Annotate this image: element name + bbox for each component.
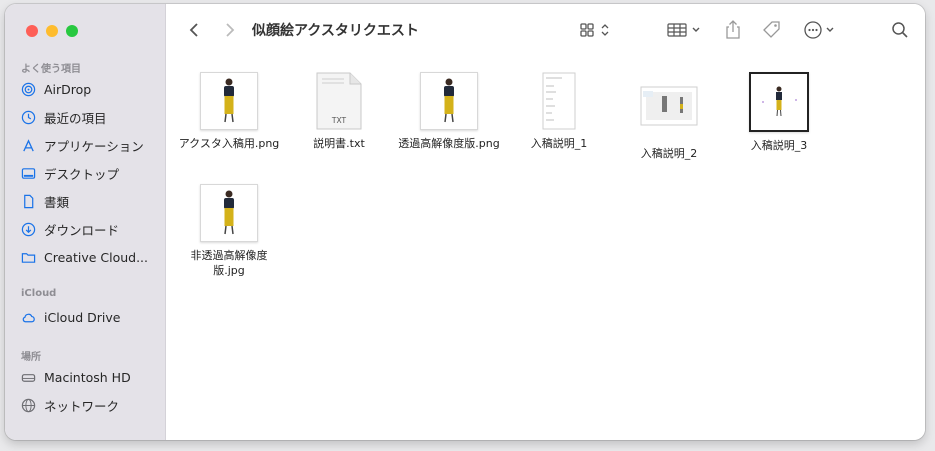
sidebar-item-label: iCloud Drive: [44, 309, 121, 325]
sidebar-item-airdrop[interactable]: AirDrop: [21, 78, 161, 100]
sidebar-item-label: Creative Cloud...: [44, 249, 149, 265]
landscape-thumbnail-icon: [640, 86, 698, 126]
sidebar-item-downloads[interactable]: ダウンロード: [21, 218, 161, 240]
file-name: 入稿説明_2: [640, 147, 698, 160]
grid-view-icon: [580, 23, 609, 37]
cloud-icon: [22, 313, 35, 322]
file-item[interactable]: 透過高解像度版.png: [389, 72, 509, 151]
disk-icon: [21, 373, 36, 382]
share-button[interactable]: [722, 18, 744, 42]
document-thumbnail-icon: [542, 72, 576, 130]
chevron-left-icon: [189, 23, 198, 37]
sidebar-item-label: デスクトップ: [44, 166, 120, 182]
tag-icon: [763, 21, 780, 38]
figure-thumbnail-icon: [444, 78, 454, 123]
sidebar-item-icloud-drive[interactable]: iCloud Drive: [21, 306, 161, 328]
file-name: 非透過高解像度版.jpg: [190, 249, 268, 277]
file-item[interactable]: 入稿説明_3: [719, 72, 839, 153]
toolbar: 似顔絵アクスタリクエスト: [166, 4, 925, 56]
action-menu-button[interactable]: [802, 18, 842, 42]
image-thumbnail: [200, 184, 258, 242]
sidebar-item-label: 書類: [44, 194, 70, 210]
file-name: 透過高解像度版.png: [398, 137, 500, 150]
image-thumbnail: [200, 72, 258, 130]
chevron-right-icon: [226, 23, 235, 37]
sidebar-item-documents[interactable]: 書類: [21, 190, 161, 212]
applications-icon: [23, 138, 34, 151]
desktop-icon: [21, 167, 36, 179]
file-item[interactable]: 非透過高解像度版.jpg: [169, 184, 289, 278]
zoom-button[interactable]: [66, 25, 78, 37]
clock-icon: [21, 110, 36, 124]
image-thumbnail: [420, 72, 478, 130]
figure-thumbnail-icon: [762, 86, 797, 117]
sidebar-item-applications[interactable]: アプリケーション: [21, 134, 161, 156]
file-grid: アクスタ入稿用.png TXT 説明書.txt 透過高解像度版.png 入稿説明…: [166, 56, 925, 440]
close-button[interactable]: [26, 25, 38, 37]
file-item[interactable]: アクスタ入稿用.png: [169, 72, 289, 151]
back-button[interactable]: [184, 18, 204, 42]
window-title: 似顔絵アクスタリクエスト: [252, 23, 419, 39]
file-name: 入稿説明_3: [750, 139, 808, 152]
minimize-button[interactable]: [46, 25, 58, 37]
search-button[interactable]: [888, 18, 912, 42]
sidebar-item-label: Macintosh HD: [44, 369, 131, 385]
folder-icon: [21, 252, 36, 263]
sidebar-item-label: アプリケーション: [44, 138, 144, 154]
sidebar-item-recents[interactable]: 最近の項目: [21, 106, 161, 128]
file-item[interactable]: 入稿説明_1: [499, 72, 619, 151]
favorites-section-title: よく使う項目: [21, 64, 81, 75]
icloud-section-title: iCloud: [21, 288, 57, 299]
forward-button[interactable]: [220, 18, 240, 42]
file-name: アクスタ入稿用.png: [178, 137, 280, 150]
figure-thumbnail-icon: [224, 190, 234, 235]
sidebar-item-label: 最近の項目: [44, 110, 107, 126]
document-icon: [24, 194, 34, 208]
view-icons-button[interactable]: [578, 18, 614, 42]
finder-window: よく使う項目 AirDrop 最近の項目 アプリケーション デスクトップ 書類 …: [5, 4, 925, 440]
file-item[interactable]: 入稿説明_2: [609, 72, 729, 161]
sidebar-item-creative-cloud[interactable]: Creative Cloud...: [21, 246, 161, 268]
sidebar-item-macintosh-hd[interactable]: Macintosh HD: [21, 366, 161, 388]
sidebar-item-label: AirDrop: [44, 81, 92, 97]
airdrop-icon: [21, 82, 36, 96]
figure-thumbnail-icon: [224, 78, 234, 123]
txt-badge: TXT: [331, 116, 347, 125]
text-file-icon: TXT: [316, 72, 362, 130]
tag-button[interactable]: [760, 18, 784, 42]
search-icon: [892, 22, 908, 38]
file-name: 入稿説明_1: [530, 137, 588, 150]
more-icon: [804, 21, 834, 39]
share-icon: [726, 20, 740, 39]
globe-icon: [21, 398, 36, 412]
file-item[interactable]: TXT 説明書.txt: [279, 72, 399, 151]
sidebar-item-label: ダウンロード: [44, 222, 120, 238]
sidebar: よく使う項目 AirDrop 最近の項目 アプリケーション デスクトップ 書類 …: [5, 4, 166, 440]
locations-section-title: 場所: [21, 352, 41, 363]
file-name: 説明書.txt: [313, 137, 365, 150]
group-icon: [667, 23, 700, 37]
sidebar-item-desktop[interactable]: デスクトップ: [21, 162, 161, 184]
image-thumbnail: [749, 72, 809, 132]
sidebar-item-network[interactable]: ネットワーク: [21, 394, 161, 416]
window-controls: [26, 25, 78, 37]
sidebar-item-label: ネットワーク: [44, 398, 120, 414]
group-button[interactable]: [666, 18, 706, 42]
download-icon: [21, 222, 36, 236]
